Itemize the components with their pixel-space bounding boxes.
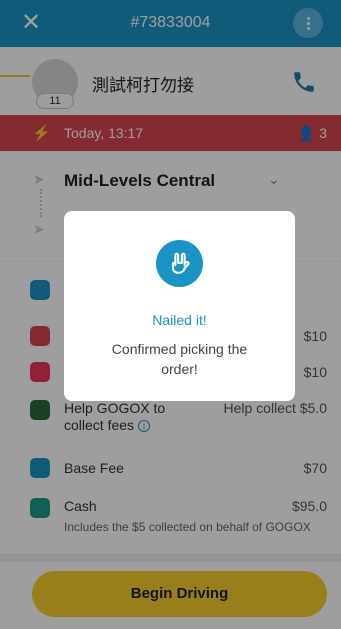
dialog-message: Confirmed picking the order! (111, 341, 248, 377)
confirmation-dialog: Nailed it! Confirmed picking the order! (64, 211, 295, 401)
dialog-title: Nailed it! (152, 312, 207, 328)
rock-hand-icon (156, 240, 203, 287)
